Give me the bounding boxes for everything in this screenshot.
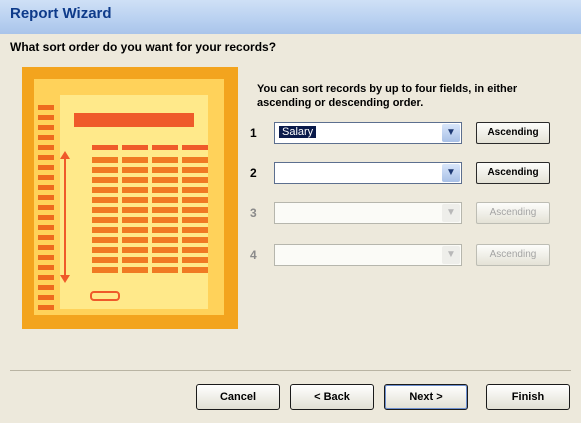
illustration-column-header bbox=[182, 145, 208, 150]
sort-arrow-line bbox=[64, 157, 66, 277]
sort-field-combo-4: ▼ bbox=[274, 244, 462, 266]
sort-number: 4 bbox=[250, 248, 257, 262]
sort-row-3: 3 ▼ Ascending bbox=[250, 200, 560, 230]
report-layout-illustration bbox=[22, 67, 238, 329]
illustration-page bbox=[38, 95, 208, 315]
chevron-down-icon[interactable]: ▼ bbox=[442, 164, 460, 182]
finish-button[interactable]: Finish bbox=[486, 384, 570, 410]
sort-direction-button-2[interactable]: Ascending bbox=[476, 162, 550, 184]
cancel-button[interactable]: Cancel bbox=[196, 384, 280, 410]
sort-number: 2 bbox=[250, 166, 257, 180]
illustration-column bbox=[182, 157, 208, 277]
next-button[interactable]: Next > bbox=[384, 384, 468, 410]
illustration-column-header bbox=[92, 145, 118, 150]
illustration-column-header bbox=[122, 145, 148, 150]
illustration-column bbox=[152, 157, 178, 277]
sort-direction-button-4: Ascending bbox=[476, 244, 550, 266]
chevron-down-icon: ▼ bbox=[442, 246, 460, 264]
sort-row-4: 4 ▼ Ascending bbox=[250, 242, 560, 272]
illustration-column bbox=[122, 157, 148, 277]
report-wizard-dialog: Report Wizard What sort order do you wan… bbox=[0, 0, 581, 423]
footer-divider bbox=[10, 370, 571, 371]
sort-number: 1 bbox=[250, 126, 257, 140]
back-button[interactable]: < Back bbox=[290, 384, 374, 410]
sort-number: 3 bbox=[250, 206, 257, 220]
sort-row-1: 1 Salary ▼ Ascending bbox=[250, 120, 560, 150]
chevron-down-icon: ▼ bbox=[442, 204, 460, 222]
title-bar: Report Wizard bbox=[0, 0, 581, 34]
illustration-margin-ticks bbox=[38, 105, 54, 315]
illustration-column-header bbox=[152, 145, 178, 150]
chevron-down-icon[interactable]: ▼ bbox=[442, 124, 460, 142]
window-title: Report Wizard bbox=[10, 5, 112, 22]
sort-field-value: Salary bbox=[279, 126, 317, 138]
wizard-question: What sort order do you want for your rec… bbox=[10, 40, 277, 54]
sort-field-combo-2[interactable]: ▼ bbox=[274, 162, 462, 184]
sort-arrow-down-icon bbox=[60, 275, 70, 283]
illustration-footer-pill bbox=[90, 291, 120, 301]
illustration-header-bar bbox=[74, 113, 194, 127]
sort-direction-button-3: Ascending bbox=[476, 202, 550, 224]
sort-field-combo-1[interactable]: Salary ▼ bbox=[274, 122, 462, 144]
sort-row-2: 2 ▼ Ascending bbox=[250, 160, 560, 190]
illustration-frame bbox=[34, 79, 224, 315]
sort-instructions: You can sort records by up to four field… bbox=[257, 83, 518, 109]
sort-field-combo-3: ▼ bbox=[274, 202, 462, 224]
sort-direction-button-1[interactable]: Ascending bbox=[476, 122, 550, 144]
illustration-column bbox=[92, 157, 118, 277]
